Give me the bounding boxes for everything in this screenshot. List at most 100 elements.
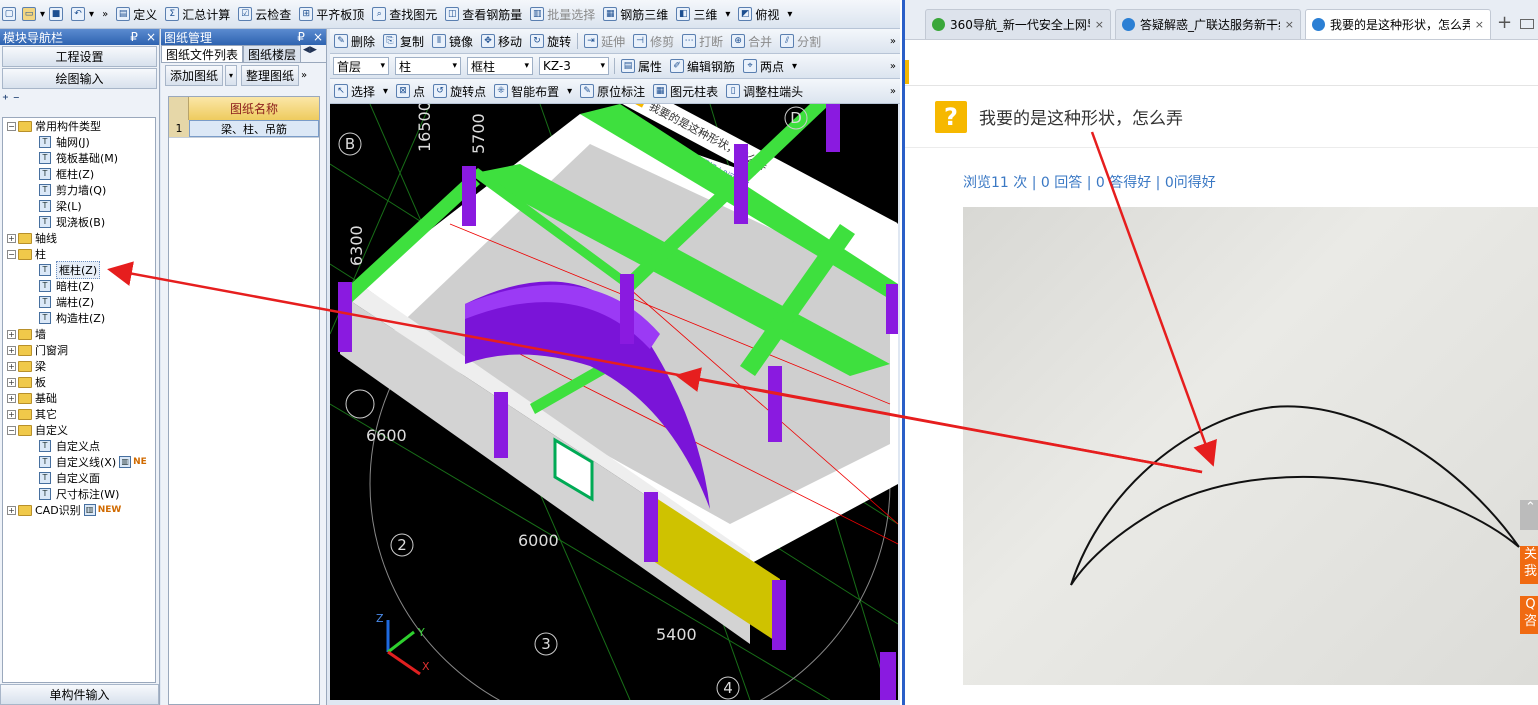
- tab-list-icon[interactable]: [1520, 19, 1535, 29]
- tree-node[interactable]: T 端柱(Z): [3, 294, 155, 310]
- tab-drawing-list[interactable]: 图纸文件列表: [161, 45, 244, 62]
- edit-tool[interactable]: ⇥ 延伸: [580, 31, 629, 51]
- tree-node[interactable]: T 尺寸标注(W): [3, 486, 155, 502]
- organize-drawing-button[interactable]: 整理图纸: [241, 64, 299, 86]
- tree-node[interactable]: + 板: [3, 374, 155, 390]
- tree-node[interactable]: − 常用构件类型: [3, 118, 155, 134]
- component-tool[interactable]: ✐ 编辑钢筋: [666, 56, 739, 76]
- floor-select[interactable]: 首层: [333, 57, 389, 75]
- toolbar-item[interactable]: ▦ 钢筋三维: [599, 4, 672, 24]
- tab-scroll-left-icon[interactable]: ◀: [303, 45, 310, 62]
- side-follow-button[interactable]: 关 我: [1520, 546, 1538, 584]
- component-tool[interactable]: ⌖ 两点: [739, 56, 788, 76]
- tree-node[interactable]: T 框柱(Z): [3, 261, 155, 279]
- tree-node[interactable]: + 基础: [3, 390, 155, 406]
- tab-scroll-right-icon[interactable]: ▶: [310, 45, 317, 62]
- browser-tab[interactable]: 我要的是这种形状，怎么弄 ×: [1305, 9, 1491, 39]
- tree-node[interactable]: − 柱: [3, 246, 155, 262]
- expand-toggle-icon[interactable]: +: [7, 377, 16, 387]
- tree-node[interactable]: T 自定义点: [3, 438, 155, 454]
- type-select[interactable]: 框柱: [467, 57, 533, 75]
- tree-node[interactable]: T 梁(L): [3, 198, 155, 214]
- 3d-viewport[interactable]: 我要的是这种形状，怎么弄 浏览11 次 | 0 回答 | 0 答得好 | 0问得…: [330, 104, 898, 700]
- tree-node[interactable]: T 现浇板(B): [3, 214, 155, 230]
- expand-toggle-icon[interactable]: −: [7, 249, 16, 259]
- close-icon[interactable]: ×: [313, 30, 323, 44]
- edit-tool[interactable]: ⊕ 合并: [727, 31, 776, 51]
- expand-toggle-icon[interactable]: +: [7, 233, 16, 243]
- expand-toggle-icon[interactable]: +: [7, 329, 16, 339]
- drawing-grid[interactable]: 图纸名称 1 梁、柱、吊筋: [168, 96, 320, 705]
- expand-toggle-icon[interactable]: +: [7, 409, 16, 419]
- expand-toggle-icon[interactable]: +: [7, 505, 16, 515]
- draw-tool[interactable]: ✎ 原位标注: [576, 81, 649, 101]
- category-select[interactable]: 柱: [395, 57, 461, 75]
- tree-node[interactable]: T 剪力墙(Q): [3, 182, 155, 198]
- close-tab-icon[interactable]: ×: [1095, 18, 1104, 31]
- tab-drawing-floor[interactable]: 图纸楼层: [243, 45, 302, 62]
- 3d-scene[interactable]: 我要的是这种形状，怎么弄 浏览11 次 | 0 回答 | 0 答得好 | 0问得…: [330, 104, 898, 700]
- project-settings-button[interactable]: 工程设置: [2, 46, 157, 67]
- edit-tool[interactable]: ↻ 旋转: [526, 31, 575, 51]
- table-row[interactable]: 1 梁、柱、吊筋: [169, 120, 319, 138]
- tree-node[interactable]: T 构造柱(Z): [3, 310, 155, 326]
- draw-input-button[interactable]: 绘图输入: [2, 68, 157, 89]
- browser-tab[interactable]: 答疑解惑_广联达服务新干线 ×: [1115, 9, 1301, 39]
- component-tree[interactable]: − 常用构件类型 T 轴网(J) T 筏板基础(M) T 框柱(Z) T 剪力墙(Q) T 梁(L) T…: [2, 117, 156, 683]
- expand-toggle-icon[interactable]: +: [7, 393, 16, 403]
- edit-tool[interactable]: ⫽ 分割: [776, 31, 825, 51]
- expand-toggle-icon[interactable]: −: [7, 425, 16, 435]
- tree-node[interactable]: + CAD识别 ▥ NEW: [3, 502, 155, 518]
- tree-node[interactable]: + 梁: [3, 358, 155, 374]
- toolbar-item[interactable]: ▥ 批量选择: [526, 4, 599, 24]
- add-drawing-dropdown[interactable]: ▾: [225, 64, 237, 86]
- toolbar-more[interactable]: »: [98, 9, 112, 20]
- toolbar-item[interactable]: Σ 汇总计算: [161, 4, 234, 24]
- close-tab-icon[interactable]: ×: [1285, 18, 1294, 31]
- component-tool[interactable]: ▤ 属性: [617, 56, 666, 76]
- browser-tab[interactable]: 360导航_新一代安全上网导 ×: [925, 9, 1111, 39]
- tree-node[interactable]: T 自定义线(X) ▥ NE: [3, 454, 155, 470]
- tree-node[interactable]: + 其它: [3, 406, 155, 422]
- expand-all-icon[interactable]: ⁺: [2, 93, 9, 108]
- tree-node[interactable]: T 轴网(J): [3, 134, 155, 150]
- tree-node[interactable]: + 墙: [3, 326, 155, 342]
- open-folder-icon[interactable]: ▭: [22, 7, 36, 21]
- question-image[interactable]: [963, 207, 1538, 685]
- expand-toggle-icon[interactable]: +: [7, 361, 16, 371]
- toolbar-item[interactable]: ◫ 查看钢筋量: [441, 4, 526, 24]
- close-icon[interactable]: ×: [146, 30, 156, 44]
- edit-tool[interactable]: ✎ 删除: [330, 31, 379, 51]
- tree-node[interactable]: T 框柱(Z): [3, 166, 155, 182]
- edit-tool[interactable]: ⊣ 修剪: [629, 31, 678, 51]
- draw-tool[interactable]: ⊠ 点: [392, 81, 429, 101]
- side-float-button[interactable]: ⌃: [1520, 500, 1538, 530]
- tree-node[interactable]: T 暗柱(Z): [3, 278, 155, 294]
- toolbar-item[interactable]: ▤ 定义: [112, 4, 161, 24]
- tree-node[interactable]: − 自定义: [3, 422, 155, 438]
- question-stats[interactable]: 浏览11 次 | 0 回答 | 0 答得好 | 0问得好: [963, 172, 1216, 192]
- draw-tool[interactable]: ↺ 旋转点: [429, 81, 490, 101]
- edit-tool[interactable]: ⫴ 镜像: [428, 31, 477, 51]
- new-file-icon[interactable]: ▢: [2, 7, 16, 21]
- edit-tool[interactable]: ⎘ 复制: [379, 31, 428, 51]
- save-icon[interactable]: ■: [49, 7, 64, 21]
- expand-toggle-icon[interactable]: +: [7, 345, 16, 355]
- toolbar-item[interactable]: ⌕ 查找图元: [368, 4, 441, 24]
- draw-tool[interactable]: ⁜ 智能布置: [490, 81, 563, 101]
- tree-node[interactable]: + 门窗洞: [3, 342, 155, 358]
- close-tab-icon[interactable]: ×: [1475, 18, 1484, 31]
- edit-tool[interactable]: ✥ 移动: [477, 31, 526, 51]
- draw-tool[interactable]: ▦ 图元柱表: [649, 81, 722, 101]
- undo-icon[interactable]: ↶: [71, 7, 86, 21]
- toolbar-item[interactable]: ◧ 三维: [672, 4, 721, 24]
- edit-tool[interactable]: ⋯ 打断: [678, 31, 727, 51]
- component-name-select[interactable]: KZ-3: [539, 57, 609, 75]
- new-tab-button[interactable]: +: [1497, 12, 1512, 33]
- panel-more[interactable]: »: [301, 70, 307, 81]
- tree-node[interactable]: T 筏板基础(M): [3, 150, 155, 166]
- toolbar-item[interactable]: ☑ 云检查: [234, 4, 295, 24]
- draw-tool[interactable]: ↖ 选择: [330, 81, 379, 101]
- collapse-all-icon[interactable]: ⁻: [13, 93, 20, 108]
- draw-tool[interactable]: ▯ 调整柱端头: [722, 81, 807, 101]
